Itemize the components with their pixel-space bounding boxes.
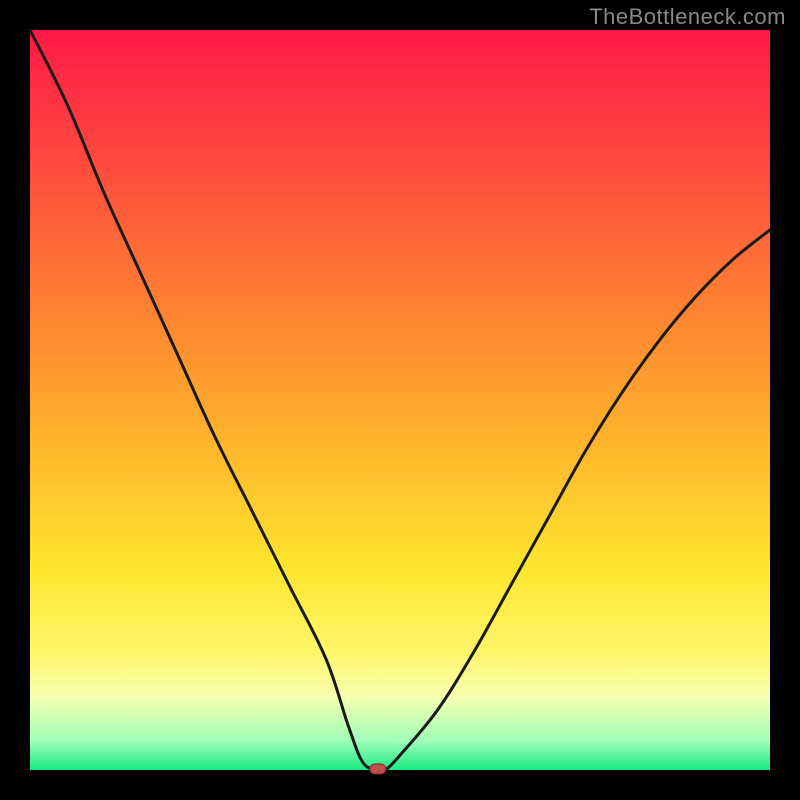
watermark-text: TheBottleneck.com xyxy=(589,4,786,30)
chart-frame: TheBottleneck.com xyxy=(0,0,800,800)
plot-area xyxy=(30,30,770,770)
curve-svg xyxy=(30,30,770,770)
bottleneck-curve-right xyxy=(378,230,770,771)
bottleneck-curve-left xyxy=(30,30,378,770)
minimum-marker xyxy=(370,764,386,774)
